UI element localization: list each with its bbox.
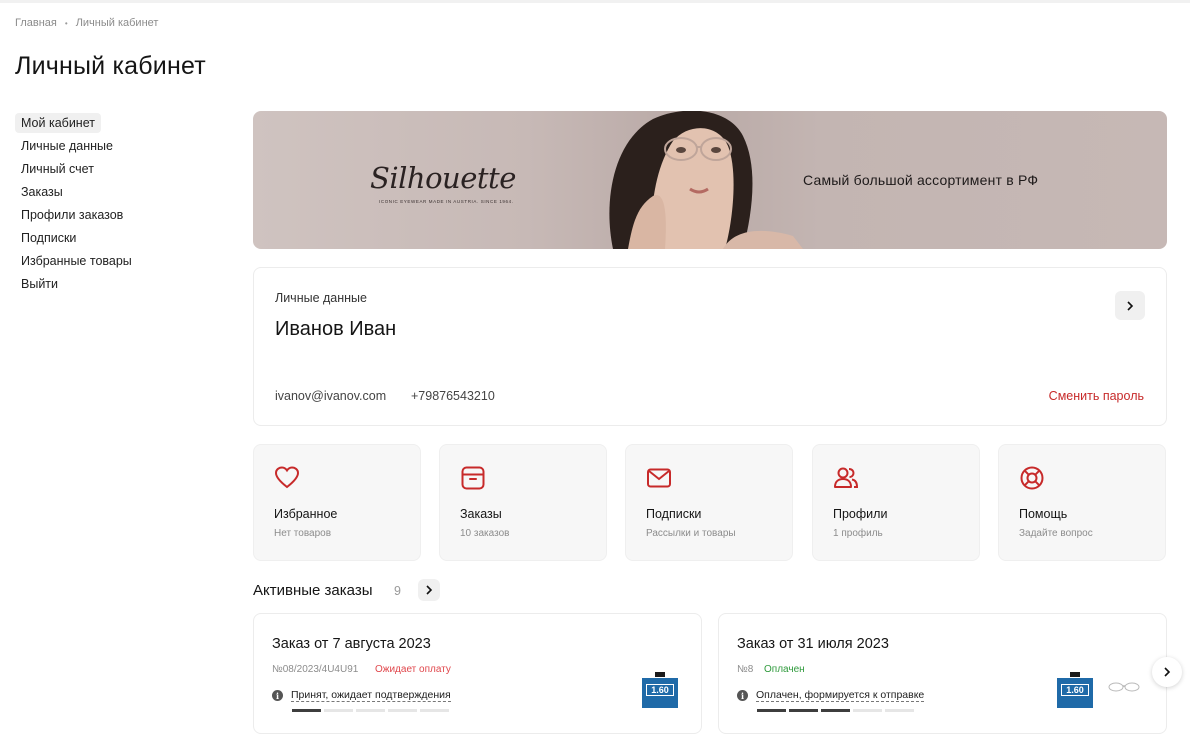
- tile-title: Заказы: [460, 507, 502, 521]
- sidebar-item-label: Профили заказов: [21, 207, 124, 222]
- progress-segment: [292, 709, 321, 712]
- info-icon: i: [737, 690, 748, 701]
- sidebar-item-label: Выйти: [21, 276, 59, 291]
- sidebar-item-my-cabinet[interactable]: Мой кабинет: [15, 111, 215, 134]
- order-number: №8: [737, 664, 754, 675]
- progress-segment: [388, 709, 417, 712]
- mail-icon: [647, 468, 671, 488]
- sidebar-item-personal-data[interactable]: Личные данные: [15, 134, 215, 157]
- active-orders-title: Активные заказы: [253, 582, 373, 599]
- banner-tagline: Самый большой ассортимент в РФ: [803, 172, 1039, 188]
- sidebar-item-logout[interactable]: Выйти: [15, 272, 215, 295]
- product-thumbnail[interactable]: 1.60: [1057, 670, 1093, 708]
- chevron-right-icon: [426, 585, 433, 595]
- active-orders-count: 9: [394, 584, 401, 598]
- tile-subtitle: 10 заказов: [460, 528, 510, 539]
- chevron-right-icon: [1164, 667, 1171, 677]
- lifebuoy-icon: [1020, 466, 1044, 490]
- user-phone: +79876543210: [411, 389, 495, 403]
- progress-segment: [885, 709, 914, 712]
- box-icon: [461, 466, 485, 490]
- order-status: Ожидает оплату: [375, 664, 451, 675]
- tile-title: Избранное: [274, 507, 338, 521]
- info-icon: i: [272, 690, 283, 701]
- change-password-link[interactable]: Сменить пароль: [1049, 389, 1144, 403]
- tile-subtitle: Рассылки и товары: [646, 528, 736, 539]
- sidebar-item-label: Избранные товары: [21, 253, 132, 268]
- order-title: Заказ от 7 августа 2023: [272, 636, 431, 652]
- order-card[interactable]: Заказ от 31 июля 2023 №8 Оплачен i Оплач…: [718, 613, 1167, 734]
- promo-banner[interactable]: Silhouette ICONIC EYEWEAR MADE IN AUSTRI…: [253, 111, 1167, 249]
- banner-brand-subtitle: ICONIC EYEWEAR MADE IN AUSTRIA. SINCE 19…: [379, 199, 514, 204]
- banner-brand-logo: Silhouette: [370, 161, 516, 195]
- sidebar-item-order-profiles[interactable]: Профили заказов: [15, 203, 215, 226]
- order-number: №08/2023/4U4U91: [272, 664, 359, 675]
- sidebar-item-personal-account[interactable]: Личный счет: [15, 157, 215, 180]
- personal-data-card: Личные данные Иванов Иван ivanov@ivanov.…: [253, 267, 1167, 426]
- order-info-text[interactable]: Оплачен, формируется к отправке: [756, 689, 925, 702]
- progress-segment: [420, 709, 449, 712]
- sidebar-item-label: Мой кабинет: [15, 112, 101, 133]
- chevron-right-icon: [1127, 300, 1134, 311]
- order-title: Заказ от 31 июля 2023: [737, 636, 889, 652]
- tile-subscriptions[interactable]: Подписки Рассылки и товары: [625, 444, 793, 561]
- sidebar-item-label: Заказы: [21, 184, 63, 199]
- user-email: ivanov@ivanov.com: [275, 389, 387, 403]
- order-info: i Принят, ожидает подтверждения: [272, 689, 451, 702]
- tile-subtitle: Нет товаров: [274, 528, 332, 539]
- product-index-label: 1.60: [1061, 684, 1089, 696]
- order-info-text[interactable]: Принят, ожидает подтверждения: [291, 689, 451, 702]
- breadcrumb-separator-icon: •: [64, 18, 68, 28]
- order-status: Оплачен: [764, 664, 805, 675]
- sidebar-menu: Мой кабинет Личные данные Личный счет За…: [15, 111, 215, 295]
- tile-title: Помощь: [1019, 507, 1068, 521]
- order-progress: [292, 709, 449, 712]
- glasses-thumbnail[interactable]: [1107, 681, 1141, 693]
- user-name: Иванов Иван: [275, 318, 397, 340]
- active-orders-open-button[interactable]: [418, 579, 440, 601]
- progress-segment: [821, 709, 850, 712]
- order-progress: [757, 709, 914, 712]
- personal-data-open-button[interactable]: [1115, 291, 1145, 320]
- tile-title: Подписки: [646, 507, 702, 521]
- orders-carousel-next-button[interactable]: [1152, 657, 1182, 687]
- sidebar-item-orders[interactable]: Заказы: [15, 180, 215, 203]
- product-index-label: 1.60: [646, 684, 674, 696]
- personal-data-label: Личные данные: [275, 291, 367, 305]
- sidebar-item-label: Личный счет: [21, 161, 94, 176]
- page-title: Личный кабинет: [15, 52, 206, 80]
- order-card[interactable]: Заказ от 7 августа 2023 №08/2023/4U4U91 …: [253, 613, 702, 734]
- product-thumbnail[interactable]: 1.60: [642, 670, 678, 708]
- sidebar-item-favorites[interactable]: Избранные товары: [15, 249, 215, 272]
- breadcrumb-home-link[interactable]: Главная: [15, 17, 57, 29]
- progress-segment: [757, 709, 786, 712]
- progress-segment: [853, 709, 882, 712]
- tile-orders[interactable]: Заказы 10 заказов: [439, 444, 607, 561]
- tile-subtitle: Задайте вопрос: [1019, 528, 1093, 539]
- heart-icon: [274, 466, 300, 489]
- sidebar-item-label: Подписки: [21, 230, 77, 245]
- sidebar-item-label: Личные данные: [21, 138, 113, 153]
- order-info: i Оплачен, формируется к отправке: [737, 689, 925, 702]
- sidebar-item-subscriptions[interactable]: Подписки: [15, 226, 215, 249]
- top-divider: [0, 0, 1190, 3]
- progress-segment: [356, 709, 385, 712]
- progress-segment: [324, 709, 353, 712]
- tile-favorites[interactable]: Избранное Нет товаров: [253, 444, 421, 561]
- tile-profiles[interactable]: Профили 1 профиль: [812, 444, 980, 561]
- tile-title: Профили: [833, 507, 888, 521]
- product-thumbnail-top: [1057, 670, 1093, 678]
- banner-model-image: [609, 111, 803, 249]
- breadcrumb: Главная • Личный кабинет: [15, 17, 158, 29]
- tile-subtitle: 1 профиль: [833, 528, 883, 539]
- breadcrumb-current: Личный кабинет: [75, 17, 159, 29]
- product-thumbnail-top: [642, 670, 678, 678]
- users-icon: [834, 467, 859, 488]
- progress-segment: [789, 709, 818, 712]
- tile-help[interactable]: Помощь Задайте вопрос: [998, 444, 1166, 561]
